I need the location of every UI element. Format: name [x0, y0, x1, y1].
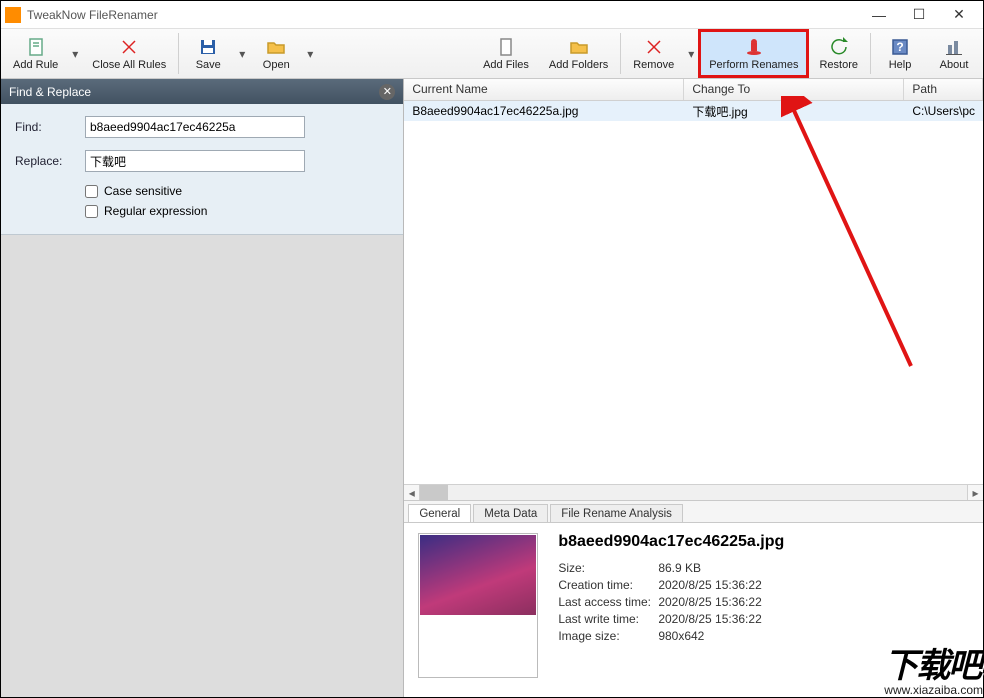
- size-value: 86.9 KB: [658, 561, 701, 575]
- remove-label: Remove: [633, 59, 674, 71]
- list-header: Current Name Change To Path: [404, 79, 983, 101]
- save-button[interactable]: Save: [181, 29, 235, 78]
- file-icon: [496, 37, 516, 57]
- case-sensitive-label: Case sensitive: [104, 184, 182, 198]
- horizontal-scrollbar[interactable]: ◂ ▸: [404, 484, 983, 500]
- scroll-left-icon[interactable]: ◂: [404, 485, 420, 500]
- isize-value: 980x642: [658, 629, 704, 643]
- main-area: Find & Replace ✕ Find: Replace: Case sen…: [1, 79, 983, 697]
- find-replace-form: Find: Replace: Case sensitive Regular ex…: [1, 104, 403, 235]
- restore-button[interactable]: Restore: [809, 29, 868, 78]
- open-button[interactable]: Open: [249, 29, 303, 78]
- open-icon: [266, 37, 286, 57]
- window-title: TweakNow FileRenamer: [27, 8, 859, 22]
- file-list-panel: Current Name Change To Path B8aeed9904ac…: [404, 79, 983, 697]
- save-dropdown[interactable]: ▾: [235, 29, 249, 78]
- scroll-right-icon[interactable]: ▸: [967, 485, 983, 500]
- close-all-rules-label: Close All Rules: [92, 59, 166, 71]
- wtime-value: 2020/8/25 15:36:22: [658, 612, 761, 626]
- svg-text:?: ?: [896, 40, 903, 54]
- save-label: Save: [196, 59, 221, 71]
- app-icon: [5, 7, 21, 23]
- remove-button[interactable]: Remove: [623, 29, 684, 78]
- atime-label: Last access time:: [558, 595, 658, 609]
- add-files-label: Add Files: [483, 59, 529, 71]
- toolbar-separator: [870, 33, 871, 74]
- add-rule-dropdown[interactable]: ▾: [68, 29, 82, 78]
- regex-label: Regular expression: [104, 204, 207, 218]
- about-icon: [944, 37, 964, 57]
- folder-icon: [569, 37, 589, 57]
- thumbnail: [418, 533, 538, 678]
- add-folders-button[interactable]: Add Folders: [539, 29, 618, 78]
- help-button[interactable]: ? Help: [873, 29, 927, 78]
- wtime-label: Last write time:: [558, 612, 658, 626]
- find-input[interactable]: [85, 116, 305, 138]
- detail-filename: b8aeed9904ac17ec46225a.jpg: [558, 533, 784, 551]
- tab-meta-data[interactable]: Meta Data: [473, 504, 548, 522]
- titlebar: TweakNow FileRenamer — ☐ ✕: [1, 1, 983, 29]
- isize-label: Image size:: [558, 629, 658, 643]
- panel-header: Find & Replace ✕: [1, 79, 403, 104]
- panel-close-button[interactable]: ✕: [379, 84, 395, 100]
- perform-renames-button[interactable]: Perform Renames: [698, 29, 809, 78]
- stamp-icon: [744, 37, 764, 57]
- save-icon: [198, 37, 218, 57]
- size-label: Size:: [558, 561, 658, 575]
- tab-general[interactable]: General: [408, 504, 471, 522]
- toolbar-separator: [178, 33, 179, 74]
- replace-label: Replace:: [15, 154, 85, 168]
- cell-change-to: 下载吧.jpg: [684, 103, 904, 120]
- list-body[interactable]: B8aeed9904ac17ec46225a.jpg 下载吧.jpg C:\Us…: [404, 101, 983, 484]
- x-icon: [119, 37, 139, 57]
- cell-current-name: B8aeed9904ac17ec46225a.jpg: [404, 104, 684, 118]
- col-change-to[interactable]: Change To: [684, 79, 904, 100]
- add-folders-label: Add Folders: [549, 59, 608, 71]
- case-sensitive-checkbox[interactable]: [85, 185, 98, 198]
- regex-checkbox[interactable]: [85, 205, 98, 218]
- add-files-button[interactable]: Add Files: [473, 29, 539, 78]
- find-label: Find:: [15, 120, 85, 134]
- restore-icon: [829, 37, 849, 57]
- toolbar-separator: [620, 33, 621, 74]
- col-path[interactable]: Path: [904, 79, 983, 100]
- detail-tabs: General Meta Data File Rename Analysis: [404, 500, 983, 522]
- detail-info: b8aeed9904ac17ec46225a.jpg Size:86.9 KB …: [558, 533, 784, 687]
- atime-value: 2020/8/25 15:36:22: [658, 595, 761, 609]
- thumbnail-image: [420, 535, 536, 615]
- perform-renames-label: Perform Renames: [709, 59, 798, 71]
- tab-file-rename-analysis[interactable]: File Rename Analysis: [550, 504, 683, 522]
- add-rule-label: Add Rule: [13, 59, 58, 71]
- ctime-label: Creation time:: [558, 578, 658, 592]
- close-button[interactable]: ✕: [939, 2, 979, 28]
- add-rule-button[interactable]: Add Rule: [3, 29, 68, 78]
- col-current-name[interactable]: Current Name: [404, 79, 684, 100]
- ctime-value: 2020/8/25 15:36:22: [658, 578, 761, 592]
- scroll-thumb[interactable]: [420, 485, 448, 500]
- maximize-button[interactable]: ☐: [899, 2, 939, 28]
- open-dropdown[interactable]: ▾: [303, 29, 317, 78]
- remove-icon: [644, 37, 664, 57]
- about-button[interactable]: About: [927, 29, 981, 78]
- list-row[interactable]: B8aeed9904ac17ec46225a.jpg 下载吧.jpg C:\Us…: [404, 101, 983, 121]
- help-label: Help: [889, 59, 912, 71]
- detail-panel: b8aeed9904ac17ec46225a.jpg Size:86.9 KB …: [404, 522, 983, 697]
- replace-input[interactable]: [85, 150, 305, 172]
- panel-title: Find & Replace: [9, 85, 91, 99]
- help-icon: ?: [890, 37, 910, 57]
- open-label: Open: [263, 59, 290, 71]
- cell-path: C:\Users\pc: [904, 104, 983, 118]
- toolbar: Add Rule ▾ Close All Rules Save ▾ Open ▾…: [1, 29, 983, 79]
- remove-dropdown[interactable]: ▾: [684, 29, 698, 78]
- minimize-button[interactable]: —: [859, 2, 899, 28]
- close-all-rules-button[interactable]: Close All Rules: [82, 29, 176, 78]
- about-label: About: [940, 59, 969, 71]
- add-rule-icon: [26, 37, 46, 57]
- rules-panel: Find & Replace ✕ Find: Replace: Case sen…: [1, 79, 404, 697]
- restore-label: Restore: [819, 59, 858, 71]
